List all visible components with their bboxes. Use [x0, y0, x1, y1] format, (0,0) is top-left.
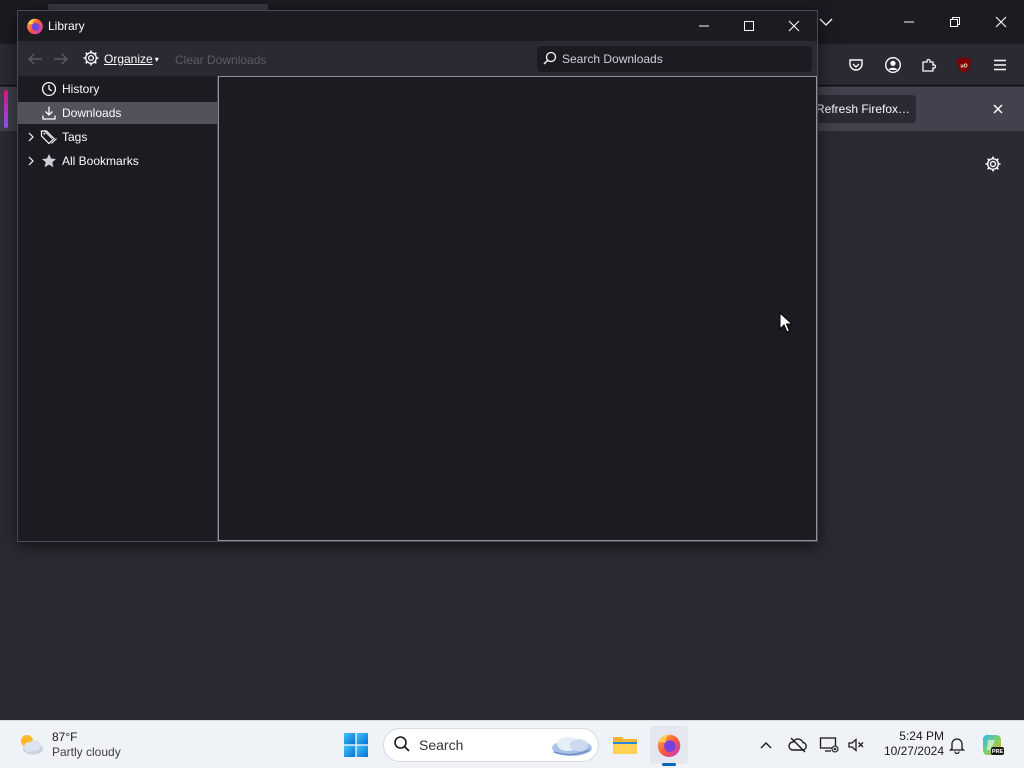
library-close-button[interactable] [774, 13, 814, 39]
network-display-icon[interactable] [818, 734, 840, 756]
windows-start-icon[interactable] [340, 729, 372, 761]
firefox-minimize-button[interactable] [894, 9, 924, 35]
sidebar-item-tags[interactable]: Tags [18, 126, 217, 148]
library-title-bar[interactable]: Library [18, 11, 817, 41]
volume-muted-icon[interactable] [845, 734, 867, 756]
weather-temperature: 87°F [52, 730, 78, 744]
clear-downloads-button[interactable]: Clear Downloads [175, 53, 266, 67]
sidebar-item-label: Downloads [62, 106, 122, 120]
library-maximize-button[interactable] [729, 13, 769, 39]
partly-cloudy-icon [16, 730, 46, 760]
notification-bell-icon[interactable] [946, 734, 968, 756]
clock-date: 10/27/2024 [883, 744, 944, 758]
library-sidebar-tree: History Downloads Tags All Bookmarks [18, 76, 218, 541]
list-all-tabs-icon[interactable] [816, 14, 836, 30]
svg-text:uO: uO [961, 64, 968, 70]
back-arrow-icon[interactable] [24, 49, 46, 69]
organize-label: Organize [104, 52, 153, 66]
firefox-taskbar-icon[interactable] [650, 726, 688, 764]
mouse-cursor-icon [779, 311, 794, 334]
firefox-close-button[interactable] [986, 9, 1016, 35]
active-app-indicator [662, 763, 676, 766]
hamburger-menu-icon[interactable] [988, 53, 1012, 77]
settings-gear-icon[interactable] [982, 153, 1004, 175]
firefox-logo-icon [26, 17, 44, 35]
file-explorer-icon[interactable] [608, 728, 642, 762]
taskbar-clock[interactable]: 5:24 PM 10/27/2024 [872, 729, 944, 759]
organize-button[interactable]: Organize ▾ [82, 49, 159, 69]
search-highlight-icon [548, 732, 594, 758]
sidebar-item-all-bookmarks[interactable]: All Bookmarks [18, 150, 217, 172]
clock-icon [40, 80, 58, 98]
search-icon [543, 51, 557, 68]
ublock-origin-icon[interactable]: uO [952, 53, 976, 77]
clock-time: 5:24 PM [899, 729, 944, 743]
search-box[interactable] [537, 46, 812, 72]
taskbar-search-label: Search [419, 737, 464, 753]
windows-taskbar: 87°F Partly cloudy Search 5:24 PM 10/27/… [0, 720, 1024, 768]
forward-arrow-icon[interactable] [50, 49, 72, 69]
chevron-down-icon: ▾ [154, 54, 159, 64]
download-icon [40, 104, 58, 122]
library-title: Library [48, 19, 85, 33]
sidebar-item-label: Tags [62, 130, 88, 144]
weather-condition: Partly cloudy [52, 745, 121, 759]
library-toolbar: Organize ▾ Clear Downloads [18, 41, 817, 76]
search-icon [393, 735, 411, 756]
library-minimize-button[interactable] [684, 13, 724, 39]
onedrive-offline-icon[interactable] [787, 734, 809, 756]
show-hidden-icons-chevron-icon[interactable] [755, 734, 777, 756]
pocket-icon[interactable] [844, 53, 868, 77]
refresh-firefox-button[interactable]: Refresh Firefox… [810, 95, 916, 123]
firefox-restore-button[interactable] [940, 9, 970, 35]
sidebar-item-downloads[interactable]: Downloads [18, 102, 217, 124]
tag-icon [40, 128, 58, 146]
gear-icon [82, 49, 100, 70]
weather-widget[interactable]: 87°F Partly cloudy [16, 727, 146, 763]
sidebar-item-label: All Bookmarks [62, 154, 139, 168]
library-window: Library Organize ▾ Clear Downloads Searc… [17, 10, 818, 542]
star-icon [40, 152, 58, 170]
notification-close-icon[interactable] [988, 99, 1008, 119]
sidebar-item-label: History [62, 82, 100, 96]
account-icon[interactable] [881, 53, 905, 77]
copilot-icon[interactable]: PRE [979, 732, 1005, 758]
notification-accent [4, 90, 8, 128]
chevron-right-icon[interactable] [24, 130, 38, 144]
extensions-icon[interactable] [917, 53, 941, 77]
sidebar-item-history[interactable]: History [18, 78, 217, 100]
downloads-list-pane[interactable] [218, 76, 817, 541]
taskbar-search-box[interactable]: Search [383, 728, 599, 762]
search-downloads-input[interactable] [562, 52, 802, 66]
svg-text:PRE: PRE [992, 749, 1004, 755]
chevron-right-icon[interactable] [24, 154, 38, 168]
